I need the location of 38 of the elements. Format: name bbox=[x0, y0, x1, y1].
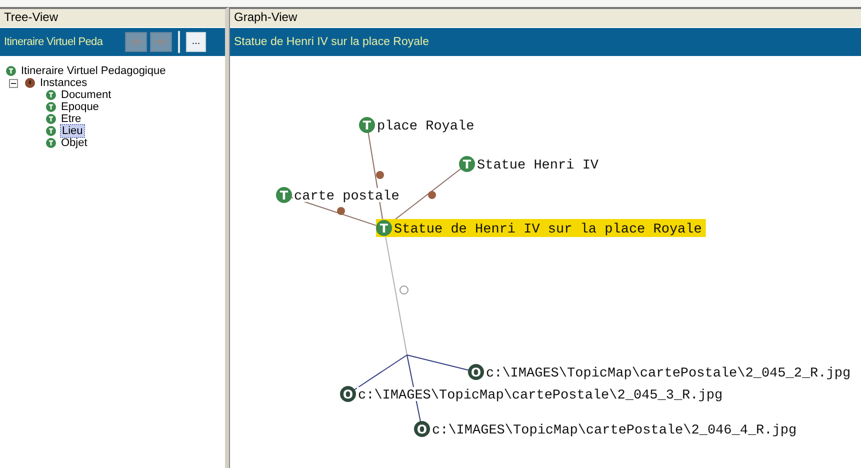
node-badge[interactable]: T bbox=[376, 220, 392, 236]
topic-icon bbox=[6, 66, 16, 76]
node-label[interactable]: Statue Henri IV bbox=[477, 158, 599, 174]
topic-icon bbox=[46, 90, 56, 100]
more-button[interactable]: ... bbox=[186, 32, 206, 52]
association-icon[interactable] bbox=[337, 207, 345, 215]
tree-item[interactable]: Objet bbox=[60, 137, 88, 149]
association-icon bbox=[25, 78, 35, 88]
node-badge[interactable]: O bbox=[340, 386, 356, 402]
topic-icon bbox=[46, 102, 56, 112]
node-badge[interactable]: T bbox=[359, 117, 375, 133]
tree-item[interactable]: Epoque bbox=[60, 101, 100, 113]
node-badge[interactable]: T bbox=[276, 187, 292, 203]
tree-item[interactable]: Etre bbox=[60, 113, 82, 125]
node-label[interactable]: place Royale bbox=[377, 120, 474, 134]
association-icon[interactable] bbox=[428, 191, 436, 199]
hub-icon[interactable] bbox=[400, 286, 408, 294]
panel-header: Graph-View bbox=[230, 9, 861, 28]
node-badge[interactable]: O bbox=[468, 364, 484, 380]
topic-icon bbox=[46, 114, 56, 124]
topic-icon bbox=[46, 126, 56, 136]
association-icon[interactable] bbox=[376, 171, 384, 179]
node-label[interactable]: Statue de Henri IV sur la place Royale bbox=[394, 222, 702, 238]
node-label[interactable]: c:\IMAGES\TopicMap\cartePostale\2_046_4_R.jpg bbox=[432, 424, 797, 438]
node-badge[interactable]: O bbox=[414, 421, 430, 437]
node-label[interactable]: c:\IMAGES\TopicMap\cartePostale\2_045_2_R.jpg bbox=[486, 366, 851, 382]
node-label[interactable]: c:\IMAGES\TopicMap\cartePostale\2_045_3_R.jpg bbox=[358, 388, 723, 404]
topic-icon bbox=[46, 138, 56, 148]
tree-item[interactable]: Itineraire Virtuel Pedagogique bbox=[20, 65, 167, 77]
tree-item[interactable]: Instances bbox=[39, 77, 88, 89]
tree-item[interactable]: Lieu bbox=[60, 124, 85, 138]
graph-title: Statue de Henri IV sur la place Royale bbox=[234, 36, 429, 48]
node-label[interactable]: carte postale bbox=[294, 190, 400, 204]
toolbar-title: Itineraire Virtuel Peda bbox=[4, 36, 104, 48]
panel-header: Tree-View bbox=[0, 9, 225, 28]
collapse-toggle-icon[interactable] bbox=[9, 78, 18, 88]
tree-item[interactable]: Document bbox=[60, 89, 112, 101]
node-badge[interactable]: T bbox=[459, 156, 475, 172]
